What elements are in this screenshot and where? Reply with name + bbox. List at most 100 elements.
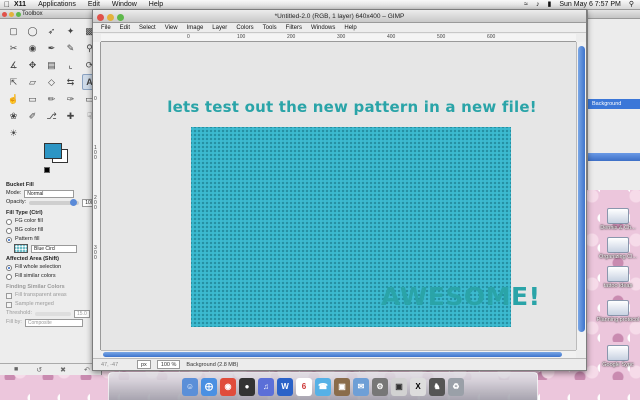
menu-image[interactable]: Image: [187, 23, 204, 32]
word-icon[interactable]: W: [277, 377, 293, 396]
sample-merged-row[interactable]: Sample merged: [0, 300, 101, 309]
reset-options-icon[interactable]: ↶: [84, 366, 90, 374]
checkbox-fill-transparent[interactable]: [6, 292, 12, 299]
dodge-burn-icon[interactable]: ☀: [6, 125, 21, 141]
ellipse-select-icon[interactable]: ◯: [25, 23, 40, 39]
foreground-color-swatch[interactable]: [44, 143, 62, 159]
flip-icon[interactable]: ⇆: [63, 74, 78, 90]
scrollbar-thumb[interactable]: [103, 352, 562, 357]
scale-icon[interactable]: ⇱: [6, 74, 21, 90]
foreground-select-icon[interactable]: ◉: [25, 40, 40, 56]
preview-icon[interactable]: ▣: [391, 377, 407, 396]
radio-similar-colors[interactable]: [6, 273, 12, 280]
desktop-icon[interactable]: Dennis & Ch...: [596, 208, 640, 231]
spotlight-icon[interactable]: ⚲: [629, 0, 634, 10]
dashboard-icon[interactable]: ●: [239, 377, 255, 396]
system-preferences-icon[interactable]: ⚙: [372, 377, 388, 396]
menu-colors[interactable]: Colors: [236, 23, 253, 32]
measure-icon[interactable]: ∡: [6, 57, 21, 73]
blend-icon[interactable]: ▭: [25, 91, 40, 107]
zoom-icon[interactable]: [117, 14, 124, 21]
vertical-scrollbar[interactable]: [576, 42, 586, 350]
menu-select[interactable]: Select: [139, 23, 156, 32]
photo-icon[interactable]: ▣: [334, 377, 350, 396]
perspective-icon[interactable]: ◇: [44, 74, 59, 90]
affected-whole[interactable]: Fill whole selection: [0, 263, 101, 272]
paintbrush-icon[interactable]: ✑: [63, 91, 78, 107]
menu-view[interactable]: View: [165, 23, 178, 32]
radio-fg-fill[interactable]: [6, 218, 12, 225]
pattern-preview[interactable]: [14, 244, 28, 253]
radio-pattern-fill[interactable]: [6, 236, 12, 243]
mail-icon[interactable]: ✉: [353, 377, 369, 396]
menu-filters[interactable]: Filters: [286, 23, 302, 32]
scrollbar-thumb[interactable]: [578, 46, 585, 332]
menu-edit[interactable]: Edit: [120, 23, 130, 32]
airbrush-icon[interactable]: ❀: [6, 108, 21, 124]
unit-select[interactable]: px: [137, 360, 151, 369]
minimize-icon[interactable]: [9, 12, 14, 17]
menu-help[interactable]: Help: [344, 23, 356, 32]
itunes-icon[interactable]: ♫: [258, 377, 274, 396]
checkbox-sample-merged[interactable]: [6, 301, 12, 308]
desktop-icon[interactable]: tattoo ideas: [596, 266, 640, 289]
save-options-icon[interactable]: ■: [14, 366, 18, 373]
default-colors-icon[interactable]: [44, 167, 50, 173]
crop-icon[interactable]: ⌞: [63, 57, 78, 73]
opacity-slider[interactable]: [29, 198, 80, 206]
rect-select-icon[interactable]: ▢: [6, 23, 21, 39]
shear-icon[interactable]: ▱: [25, 74, 40, 90]
image-canvas[interactable]: lets test out the new pattern in a new f…: [101, 42, 576, 350]
fill-transparent-row[interactable]: Fill transparent areas: [0, 291, 101, 300]
color-picker-icon[interactable]: ✎: [63, 40, 78, 56]
radio-bg-fill[interactable]: [6, 227, 12, 234]
heal-icon[interactable]: ✚: [63, 108, 78, 124]
restore-options-icon[interactable]: ↺: [36, 366, 42, 374]
desktop-icon[interactable]: Google Sync: [596, 345, 640, 368]
layers-panel-tab[interactable]: [588, 153, 640, 161]
pencil-icon[interactable]: ✏: [44, 91, 59, 107]
fuzzy-select-icon[interactable]: ✦: [63, 23, 78, 39]
apple-icon[interactable]: : [0, 0, 14, 10]
delete-options-icon[interactable]: ✖: [60, 366, 66, 374]
finder-icon[interactable]: ☺: [182, 377, 198, 396]
ink-icon[interactable]: ✐: [25, 108, 40, 124]
zoom-select[interactable]: 100 %: [156, 360, 181, 369]
paths-icon[interactable]: ✒: [44, 40, 59, 56]
desktop-icon[interactable]: Planning protocol: [596, 300, 640, 323]
close-icon[interactable]: [97, 14, 104, 21]
fill-by-select[interactable]: Composite: [24, 318, 83, 327]
menu-tools[interactable]: Tools: [263, 23, 277, 32]
scissors-icon[interactable]: ✂: [6, 40, 21, 56]
clone-icon[interactable]: ⎇: [44, 108, 59, 124]
threshold-slider[interactable]: [35, 311, 71, 316]
x11-icon[interactable]: X: [410, 377, 426, 396]
desktop-icon[interactable]: Organizing Cl...: [596, 237, 640, 260]
bucket-fill-icon[interactable]: ☝: [6, 91, 21, 107]
affected-similar[interactable]: Fill similar colors: [0, 272, 101, 281]
slider-knob[interactable]: [70, 198, 78, 206]
lasso-icon[interactable]: ➶: [44, 23, 59, 39]
ichat-icon[interactable]: ☎: [315, 377, 331, 396]
layer-row-background[interactable]: Background: [588, 99, 640, 109]
chess-icon[interactable]: ♞: [429, 377, 445, 396]
mode-select[interactable]: Normal: [24, 189, 75, 198]
chrome-icon[interactable]: ◉: [220, 377, 236, 396]
trash-icon[interactable]: ♻: [448, 377, 464, 396]
fill-option-bg[interactable]: BG color fill: [0, 226, 101, 235]
ical-icon[interactable]: 6: [296, 377, 312, 396]
threshold-value[interactable]: 15.0: [74, 309, 90, 318]
menu-applications[interactable]: Applications: [38, 0, 76, 10]
zoom-icon[interactable]: [16, 12, 21, 17]
fill-option-pattern[interactable]: Pattern fill: [0, 235, 101, 244]
close-icon[interactable]: [2, 12, 7, 17]
radio-whole-selection[interactable]: [6, 264, 12, 271]
fill-option-fg[interactable]: FG color fill: [0, 217, 101, 226]
safari-icon[interactable]: ⨁: [201, 377, 217, 396]
move-icon[interactable]: ✥: [25, 57, 40, 73]
menu-layer[interactable]: Layer: [212, 23, 227, 32]
pattern-name-field[interactable]: Blue Circl: [31, 244, 77, 253]
minimize-icon[interactable]: [107, 14, 114, 21]
menu-windows[interactable]: Windows: [311, 23, 335, 32]
align-icon[interactable]: ▤: [44, 57, 59, 73]
